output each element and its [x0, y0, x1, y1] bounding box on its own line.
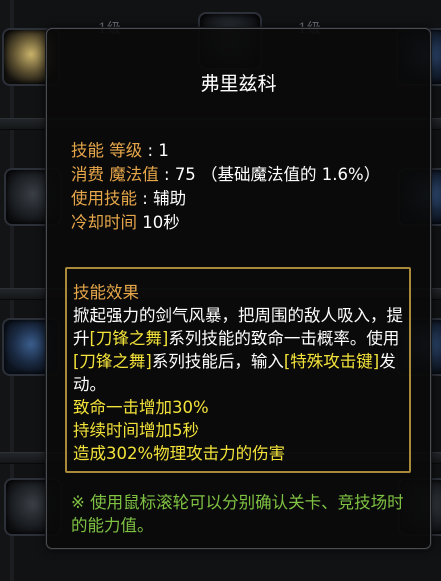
cooldown-row: 冷却时间 10秒	[71, 211, 409, 235]
bonus-line: 致命一击增加30%	[73, 398, 209, 417]
cooldown-label: 冷却时间	[71, 213, 137, 232]
skill-level-label: 技能 等级	[71, 141, 143, 160]
skill-level-value: 1	[158, 141, 169, 160]
skill-use-row: 使用技能 : 辅助	[71, 189, 187, 208]
effect-title: 技能效果	[73, 283, 139, 302]
mana-cost-label: 消费 魔法值	[71, 165, 159, 184]
key-reference: [特殊攻击键]	[283, 352, 380, 371]
cooldown-value: 10秒	[142, 213, 180, 232]
skill-use-value: 辅助	[153, 189, 187, 208]
skill-name: 弗里兹科	[200, 73, 277, 95]
bonus-line: 造成302%物理攻击力的伤害	[73, 444, 286, 463]
skill-stats: 技能 等级 : 1 消费 魔法值 : 75 （基础魔法值的 1.6%） 使用技能…	[71, 139, 409, 235]
skill-level-row: 技能 等级 : 1	[71, 141, 169, 160]
bonus-line: 持续时间增加5秒	[73, 421, 199, 440]
mana-cost-value: 75 （基础魔法值的 1.6%）	[174, 165, 381, 184]
mana-cost-row: 消费 魔法值 : 75 （基础魔法值的 1.6%）	[71, 165, 381, 184]
skill-use-label: 使用技能	[71, 189, 137, 208]
skill-tooltip: 弗里兹科 技能 等级 : 1 消费 魔法值 : 75 （基础魔法值的 1.6%）…	[46, 28, 431, 549]
effect-text: 系列技能后，输入	[151, 352, 284, 371]
effect-text: 系列技能的致命一击概率。使用	[168, 329, 400, 348]
skill-reference: [刀锋之舞]	[73, 352, 152, 371]
skill-reference: [刀锋之舞]	[89, 329, 169, 348]
skill-effect-box: 技能效果 掀起强力的剑气风暴，把周围的敌人吸入，提升[刀锋之舞]系列技能的致命一…	[65, 267, 411, 473]
effect-description: 掀起强力的剑气风暴，把周围的敌人吸入，提升[刀锋之舞]系列技能的致命一击概率。使…	[73, 304, 409, 396]
mouse-wheel-note: ※ 使用鼠标滚轮可以分别确认关卡、竞技场时的能力值。	[71, 493, 404, 535]
